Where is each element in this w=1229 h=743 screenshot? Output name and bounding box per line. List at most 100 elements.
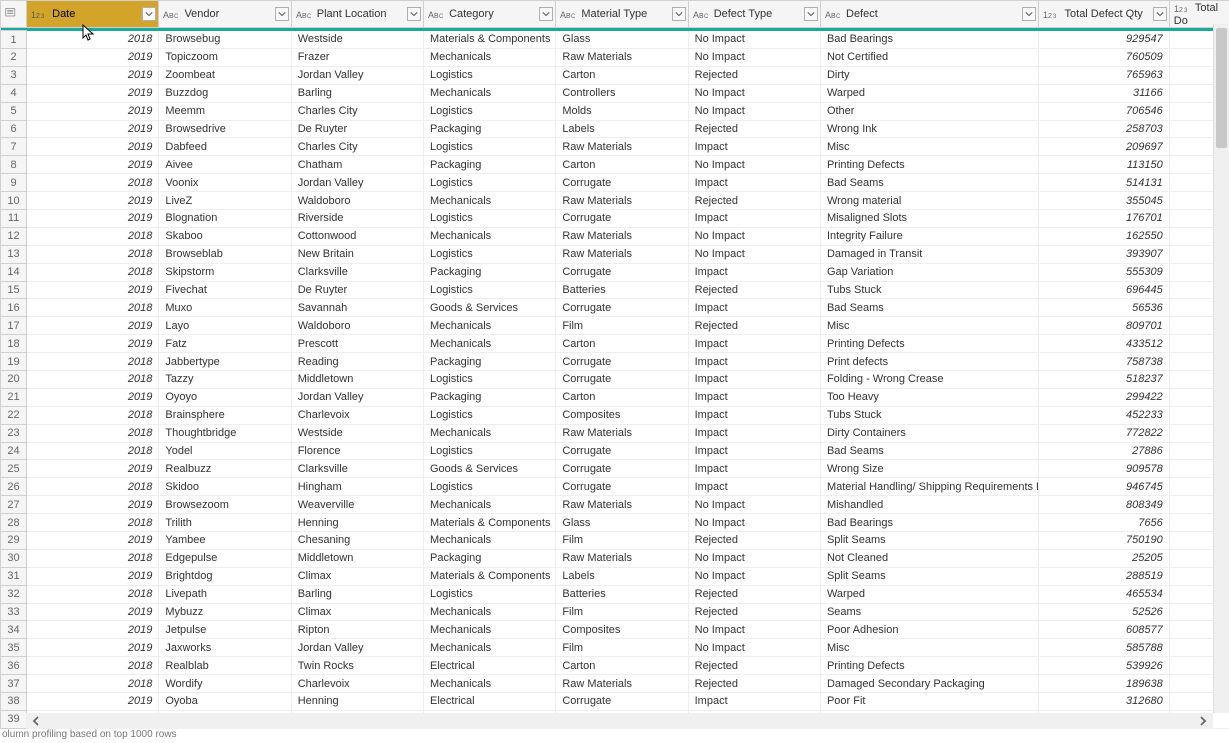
cell-qty[interactable]: 312680 (1039, 693, 1169, 711)
cell-category[interactable]: Materials & Components (424, 31, 556, 49)
cell-date[interactable]: 2018 (27, 424, 159, 442)
cell-defect-type[interactable]: Impact (688, 424, 820, 442)
cell-material[interactable]: Corrugate (556, 174, 688, 192)
cell-category[interactable]: Mechanicals (424, 603, 556, 621)
row-number[interactable]: 12 (1, 227, 27, 245)
cell-material[interactable]: Raw Materials (556, 138, 688, 156)
cell-plant[interactable]: Weaverville (291, 496, 423, 514)
cell-vendor[interactable]: Topiczoom (159, 48, 291, 66)
cell-material[interactable]: Glass (556, 31, 688, 49)
cell-category[interactable]: Logistics (424, 585, 556, 603)
table-row[interactable]: 212019OyoyoJordan ValleyPackagingCartonI… (1, 388, 1229, 406)
row-number[interactable]: 5 (1, 102, 27, 120)
row-number[interactable]: 17 (1, 317, 27, 335)
cell-material[interactable]: Corrugate (556, 371, 688, 389)
cell-defect-type[interactable]: Impact (688, 478, 820, 496)
column-filter-dropdown[interactable] (539, 7, 553, 21)
cell-material[interactable]: Composites (556, 621, 688, 639)
table-row[interactable]: 202018TazzyMiddletownLogisticsCorrugateI… (1, 371, 1229, 389)
table-row[interactable]: 282018TrilithHenningMaterials & Componen… (1, 514, 1229, 532)
cell-category[interactable]: Mechanicals (424, 227, 556, 245)
cell-category[interactable]: Mechanicals (424, 532, 556, 550)
row-number[interactable]: 22 (1, 406, 27, 424)
row-number[interactable]: 18 (1, 335, 27, 353)
cell-qty[interactable]: 706546 (1039, 102, 1169, 120)
cell-category[interactable]: Logistics (424, 371, 556, 389)
table-row[interactable]: 142018SkipstormClarksvillePackagingCorru… (1, 263, 1229, 281)
cell-plant[interactable]: Climax (291, 603, 423, 621)
cell-plant[interactable]: Chesaning (291, 532, 423, 550)
row-number[interactable]: 6 (1, 120, 27, 138)
cell-category[interactable]: Electrical (424, 657, 556, 675)
cell-plant[interactable]: Frazer (291, 48, 423, 66)
cell-qty[interactable]: 514131 (1039, 174, 1169, 192)
cell-qty[interactable]: 909578 (1039, 460, 1169, 478)
cell-defect[interactable]: Not Certified (820, 48, 1039, 66)
row-number[interactable]: 21 (1, 388, 27, 406)
cell-material[interactable]: Carton (556, 388, 688, 406)
row-number[interactable]: 4 (1, 84, 27, 102)
cell-defect[interactable]: Too Heavy (820, 388, 1039, 406)
cell-defect-type[interactable]: Rejected (688, 66, 820, 84)
cell-plant[interactable]: Cottonwood (291, 227, 423, 245)
cell-vendor[interactable]: Skidoo (159, 478, 291, 496)
cell-defect[interactable]: Misc (820, 317, 1039, 335)
cell-defect[interactable]: Poor Adhesion (820, 621, 1039, 639)
cell-defect-type[interactable]: No Impact (688, 621, 820, 639)
column-header-defect[interactable]: ABC Defect (820, 1, 1039, 28)
cell-date[interactable]: 2019 (27, 639, 159, 657)
cell-defect-type[interactable]: Rejected (688, 317, 820, 335)
cell-qty[interactable]: 696445 (1039, 281, 1169, 299)
row-number[interactable]: 33 (1, 603, 27, 621)
table-row[interactable]: 82019AiveeChathamPackagingCartonNo Impac… (1, 156, 1229, 174)
row-number[interactable]: 14 (1, 263, 27, 281)
scroll-left-arrow[interactable] (26, 713, 46, 729)
cell-material[interactable]: Raw Materials (556, 227, 688, 245)
cell-material[interactable]: Corrugate (556, 263, 688, 281)
table-row[interactable]: 302018EdgepulseMiddletownPackagingRaw Ma… (1, 549, 1229, 567)
cell-material[interactable]: Film (556, 532, 688, 550)
table-row[interactable]: 372018WordifyCharlevoixMechanicalsRaw Ma… (1, 675, 1229, 693)
cell-material[interactable]: Raw Materials (556, 48, 688, 66)
cell-date[interactable]: 2019 (27, 567, 159, 585)
cell-vendor[interactable]: Jetpulse (159, 621, 291, 639)
cell-material[interactable]: Film (556, 639, 688, 657)
cell-date[interactable]: 2018 (27, 31, 159, 49)
cell-qty[interactable]: 808349 (1039, 496, 1169, 514)
cell-date[interactable]: 2019 (27, 138, 159, 156)
column-filter-dropdown[interactable] (142, 7, 156, 21)
cell-defect-type[interactable]: No Impact (688, 84, 820, 102)
table-row[interactable]: 342019JetpulseRiptonMechanicalsComposite… (1, 621, 1229, 639)
cell-defect-type[interactable]: Rejected (688, 192, 820, 210)
cell-defect[interactable]: Dirty (820, 66, 1039, 84)
cell-plant[interactable]: Savannah (291, 299, 423, 317)
cell-plant[interactable]: Barling (291, 585, 423, 603)
cell-defect[interactable]: Split Seams (820, 532, 1039, 550)
cell-date[interactable]: 2019 (27, 532, 159, 550)
cell-defect-type[interactable]: No Impact (688, 549, 820, 567)
cell-qty[interactable]: 608577 (1039, 621, 1169, 639)
cell-material[interactable]: Raw Materials (556, 245, 688, 263)
cell-category[interactable]: Mechanicals (424, 48, 556, 66)
table-row[interactable]: 42019BuzzdogBarlingMechanicalsController… (1, 84, 1229, 102)
row-number[interactable]: 2 (1, 48, 27, 66)
cell-category[interactable]: Logistics (424, 442, 556, 460)
cell-category[interactable]: Mechanicals (424, 317, 556, 335)
cell-defect-type[interactable]: Rejected (688, 281, 820, 299)
cell-category[interactable]: Materials & Components (424, 514, 556, 532)
cell-vendor[interactable]: Meemm (159, 102, 291, 120)
cell-date[interactable]: 2019 (27, 156, 159, 174)
cell-vendor[interactable]: Realblab (159, 657, 291, 675)
cell-defect-type[interactable]: Rejected (688, 585, 820, 603)
cell-material[interactable]: Corrugate (556, 478, 688, 496)
cell-category[interactable]: Packaging (424, 388, 556, 406)
cell-category[interactable]: Materials & Components (424, 567, 556, 585)
cell-qty[interactable]: 758738 (1039, 353, 1169, 371)
cell-category[interactable]: Logistics (424, 174, 556, 192)
cell-qty[interactable]: 258703 (1039, 120, 1169, 138)
cell-category[interactable]: Logistics (424, 281, 556, 299)
cell-defect-type[interactable]: No Impact (688, 227, 820, 245)
cell-defect[interactable]: Mishandled (820, 496, 1039, 514)
cell-defect[interactable]: Misc (820, 138, 1039, 156)
cell-material[interactable]: Carton (556, 657, 688, 675)
